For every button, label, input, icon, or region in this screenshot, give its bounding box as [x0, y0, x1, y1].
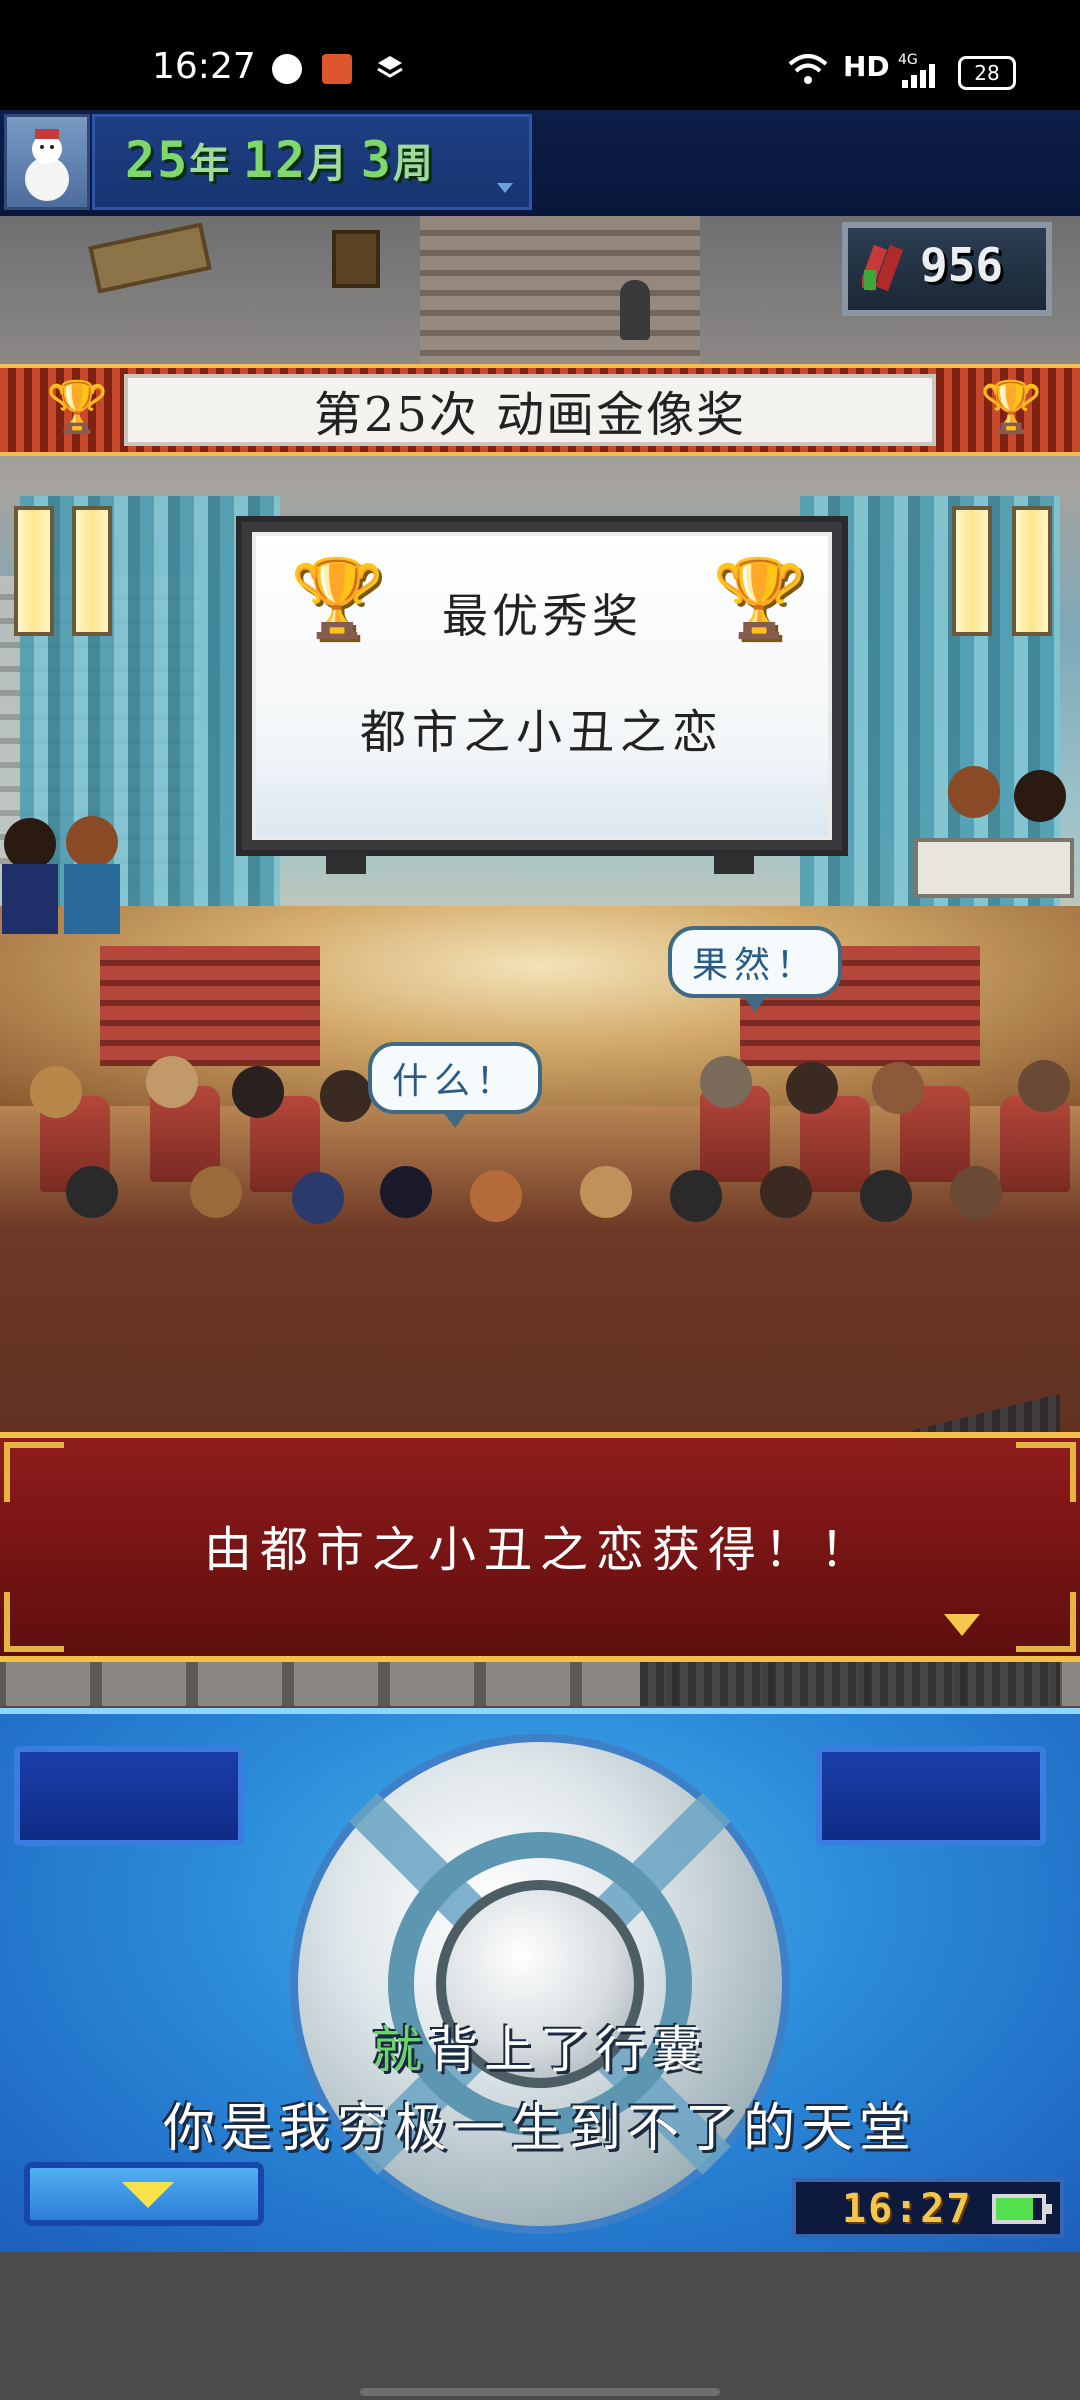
menu-toggle-button[interactable]	[24, 2162, 264, 2226]
research-points-icon	[858, 240, 912, 296]
layers-icon	[376, 54, 404, 82]
sign-decor	[88, 222, 212, 294]
date-year: 25	[125, 131, 190, 189]
dialog-corner-ornament	[4, 1592, 64, 1652]
network-type: HD	[843, 50, 890, 83]
funds-display[interactable]: 956	[842, 222, 1052, 316]
presenter-characters	[0, 816, 130, 946]
snowman-icon[interactable]	[4, 114, 90, 210]
award-title: 第25次 动画金像奖	[124, 374, 936, 446]
award-winner: 都市之小丑之恋	[360, 705, 724, 759]
funds-value: 956	[920, 238, 1004, 292]
lamp-decor	[14, 506, 54, 636]
system-nav-bar	[0, 2252, 1080, 2400]
trophy-icon: 🏆	[46, 378, 109, 436]
award-screen: 🏆 🏆 最优秀奖 都市之小丑之恋	[236, 516, 848, 856]
lyric-line-1-rest: 背上了行囊	[428, 2021, 708, 2079]
wifi-icon	[786, 52, 830, 86]
next-arrow-icon[interactable]	[944, 1614, 980, 1636]
date-year-unit: 年	[189, 141, 232, 187]
date-week: 3	[360, 131, 393, 189]
screen-leg	[714, 852, 754, 874]
status-time: 16:27	[152, 46, 256, 87]
chevron-down-icon	[497, 183, 513, 193]
speech-bubble-what: 什么！	[368, 1042, 543, 1128]
dialog-corner-ornament	[1016, 1592, 1076, 1652]
globe-icon	[272, 54, 302, 84]
lamp-decor	[72, 506, 112, 636]
frame-decor	[332, 230, 380, 288]
award-banner: 🏆 🏆 第25次 动画金像奖	[0, 364, 1080, 456]
dialog-text: 由都市之小丑之恋获得！！	[203, 1522, 876, 1578]
lamp-decor	[952, 506, 992, 636]
app-icon	[322, 54, 352, 84]
dialog-box[interactable]: 由都市之小丑之恋获得！！	[0, 1432, 1080, 1662]
screen-leg	[326, 852, 366, 874]
statue-decor	[620, 280, 650, 340]
date-month-unit: 月	[307, 141, 350, 187]
speech-bubble-as-expected: 果然！	[668, 926, 843, 1012]
battery-icon	[992, 2194, 1052, 2224]
date-week-unit: 周	[392, 141, 435, 187]
control-panel: 就背上了行囊 你是我穷极一生到不了的天堂 16:27	[0, 1708, 1080, 2252]
lyric-line-1: 就背上了行囊	[0, 2010, 1080, 2082]
arrow-down-icon	[122, 2182, 174, 2208]
battery-indicator: 28	[958, 56, 1016, 90]
award-screen-inner: 🏆 🏆 最优秀奖 都市之小丑之恋	[252, 532, 832, 840]
lyric-highlight: 就	[372, 2021, 428, 2079]
lyric-line-2: 你是我穷极一生到不了的天堂	[162, 2099, 917, 2159]
left-action-button[interactable]	[14, 1746, 244, 1846]
judges-table	[914, 760, 1074, 910]
dialog-corner-ornament	[1016, 1442, 1076, 1502]
home-indicator[interactable]	[360, 2388, 720, 2396]
right-action-button[interactable]	[816, 1746, 1046, 1846]
game-clock: 16:27	[792, 2178, 1064, 2238]
game-scene: 956 🏆 🏆 第25次 动画金像奖 🏆 🏆 最优秀奖 都市之小丑之恋 什么！ …	[0, 216, 1080, 1706]
award-category: 最优秀奖	[442, 589, 642, 643]
date-month: 12	[242, 131, 308, 189]
status-bar: 16:27 HD 4G 28	[0, 0, 1080, 110]
trophy-icon: 🏆	[980, 378, 1043, 436]
date-panel[interactable]: 25年 12月 3周	[92, 114, 532, 210]
lamp-decor	[1012, 506, 1052, 636]
clock-time: 16:27	[842, 2186, 973, 2232]
date-bar: 25年 12月 3周	[0, 110, 1080, 219]
dialog-corner-ornament	[4, 1442, 64, 1502]
signal-icon: 4G	[898, 52, 938, 88]
lobby-stairs	[420, 216, 700, 366]
current-date: 25年 12月 3周	[125, 131, 435, 189]
